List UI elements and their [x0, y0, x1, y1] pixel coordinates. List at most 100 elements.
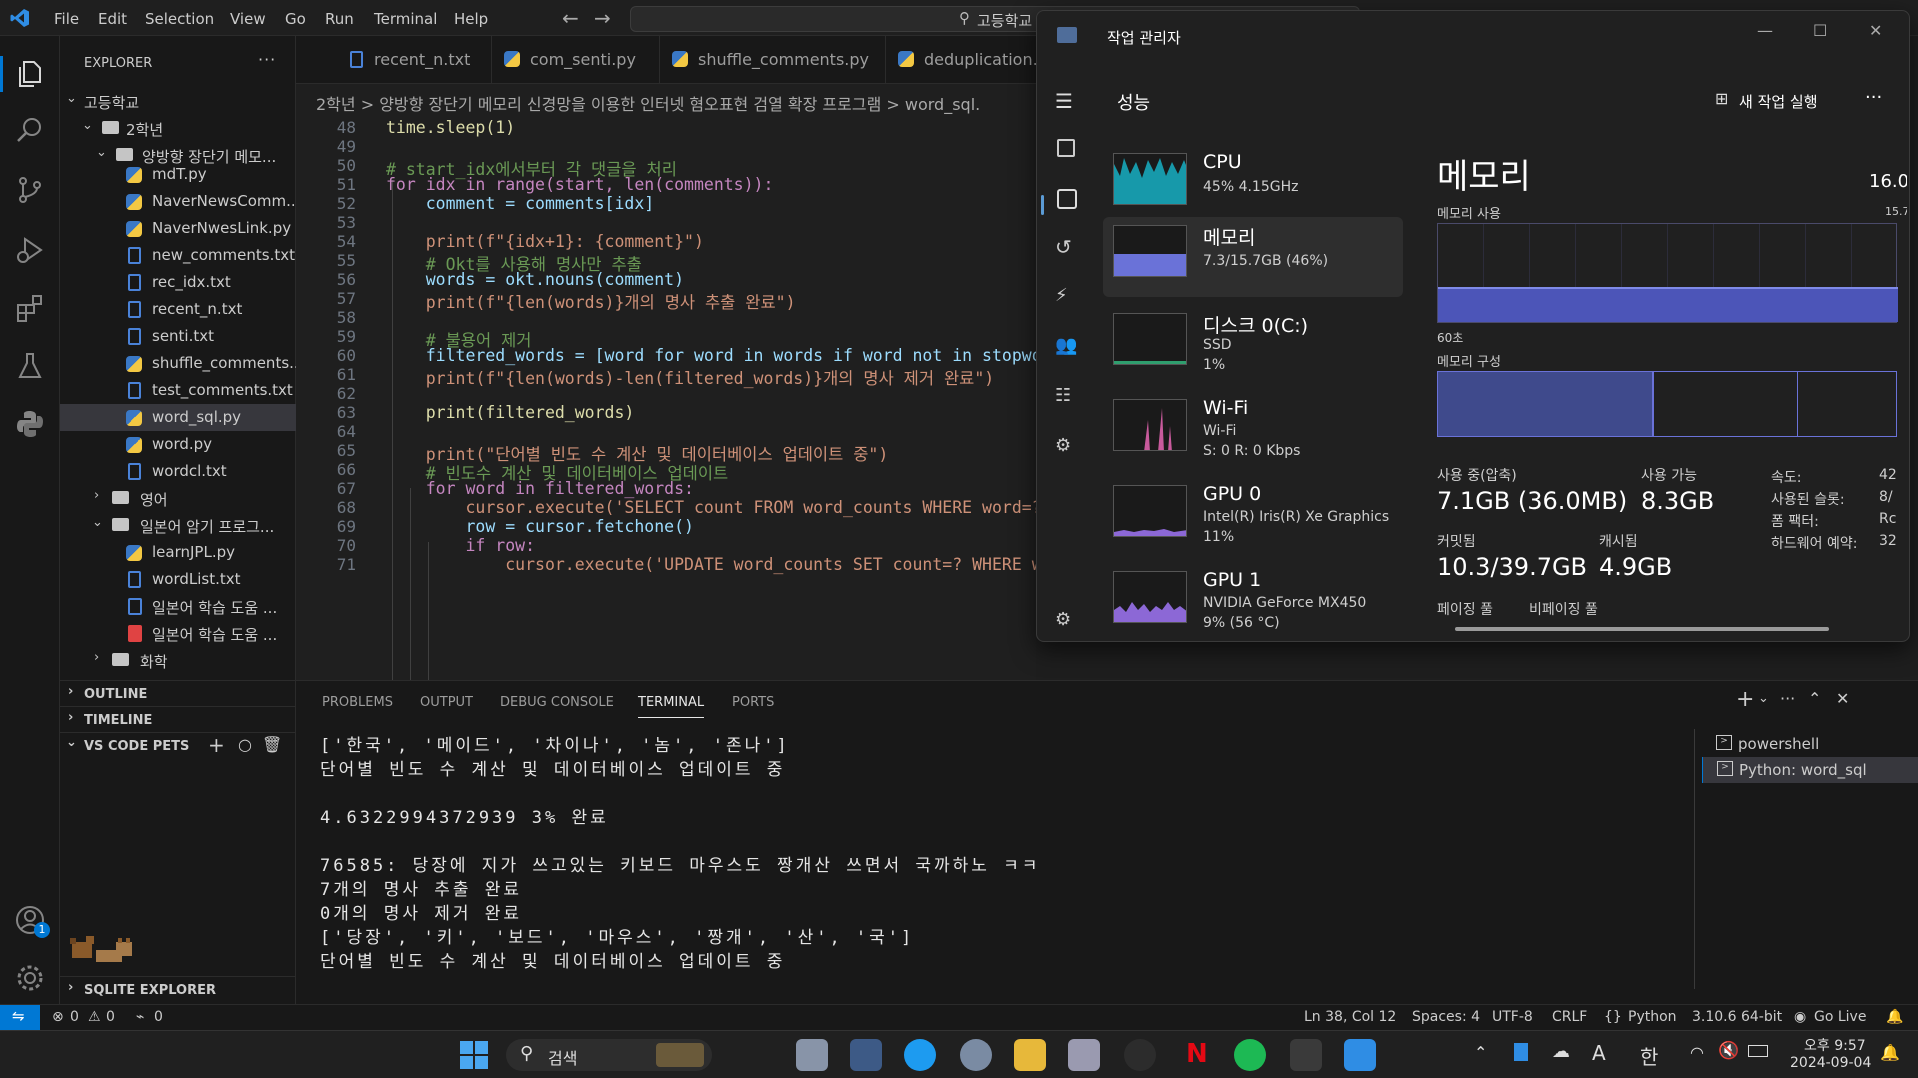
taskmgr-more-icon[interactable]: ···: [1865, 87, 1882, 108]
tree-file[interactable]: recent_n.txt: [60, 296, 296, 323]
tab-recent-n[interactable]: recent_n.txt: [296, 36, 492, 84]
extensions-icon[interactable]: [14, 292, 46, 324]
ball-icon[interactable]: ○: [238, 735, 252, 754]
tree-file[interactable]: rec_idx.txt: [60, 269, 296, 296]
ime-mode-a[interactable]: A: [1592, 1041, 1606, 1065]
windows-start-icon[interactable]: [458, 1039, 490, 1071]
processes-icon[interactable]: [1057, 139, 1075, 157]
testing-flask-icon[interactable]: [14, 350, 46, 382]
close-window-icon[interactable]: ✕: [1869, 21, 1882, 40]
taskbar-search[interactable]: ⚲ 검색: [506, 1039, 712, 1071]
minimize-icon[interactable]: —: [1757, 21, 1773, 40]
tray-chevron-icon[interactable]: ⌃: [1474, 1043, 1487, 1062]
accounts-icon[interactable]: 1: [14, 904, 50, 938]
tree-file[interactable]: mdT.py: [60, 161, 296, 188]
file-explorer-icon[interactable]: [1014, 1039, 1046, 1071]
hamburger-menu-icon[interactable]: ☰: [1055, 89, 1073, 113]
tree-folder[interactable]: › 영어: [60, 485, 296, 512]
ports-count[interactable]: 0: [154, 1009, 163, 1025]
menu-edit[interactable]: Edit: [98, 10, 127, 28]
source-control-icon[interactable]: [14, 174, 46, 206]
more-actions-icon[interactable]: ···: [258, 50, 276, 69]
explorer-icon[interactable]: [14, 58, 46, 90]
indentation[interactable]: Spaces: 4: [1412, 1009, 1480, 1025]
go-live-button[interactable]: Go Live: [1814, 1009, 1866, 1025]
tree-file[interactable]: new_comments.txt: [60, 242, 296, 269]
terminal-output[interactable]: ['한국', '메이드', '차이나', '놈', '존나'] 단어별 빈도 수…: [296, 725, 1692, 1005]
twitter-bird-icon[interactable]: [904, 1039, 936, 1071]
github-icon[interactable]: [1124, 1039, 1156, 1071]
cursor-position[interactable]: Ln 38, Col 12: [1304, 1009, 1396, 1025]
encoding[interactable]: UTF-8: [1492, 1009, 1533, 1025]
errors-count[interactable]: 0: [70, 1009, 79, 1025]
tree-file[interactable]: test_comments.txt: [60, 377, 296, 404]
close-panel-icon[interactable]: ✕: [1836, 689, 1849, 708]
new-task-icon[interactable]: ⊞: [1715, 89, 1728, 108]
perf-item-gpu1[interactable]: GPU 1 NVIDIA GeForce MX450 9% (56 °C): [1103, 563, 1403, 641]
horizontal-scrollbar[interactable]: [1455, 627, 1829, 631]
back-arrow-icon[interactable]: ←: [562, 6, 579, 30]
tree-folder[interactable]: ⌄ 일본어 암기 프로그...: [60, 512, 296, 539]
tree-file[interactable]: wordList.txt: [60, 566, 296, 593]
errors-icon[interactable]: ⊗: [52, 1009, 64, 1025]
task-view-icon[interactable]: [796, 1039, 828, 1071]
code-editor[interactable]: 48 49 50 51 52 53 54 55 56 57 58 59 60 6…: [296, 118, 1036, 680]
remote-indicator[interactable]: ⇋: [0, 1005, 40, 1031]
ports-icon[interactable]: ⌁: [136, 1009, 144, 1025]
menu-terminal[interactable]: Terminal: [374, 10, 437, 28]
line-endings[interactable]: CRLF: [1552, 1009, 1587, 1025]
vscode-pets-section[interactable]: ⌄ VS CODE PETS + ○ 🗑: [60, 732, 296, 758]
tree-file[interactable]: 일본어 학습 도움 ...: [60, 620, 296, 647]
perf-item-memory[interactable]: 메모리 7.3/15.7GB (46%): [1103, 217, 1403, 297]
snipping-tool-icon[interactable]: [1068, 1039, 1100, 1071]
tree-file[interactable]: NaverNwesLink.py: [60, 215, 296, 242]
ime-mode-korean[interactable]: 한: [1640, 1041, 1658, 1070]
tree-file[interactable]: NaverNewsComm...: [60, 188, 296, 215]
panel-tab-debug-console[interactable]: DEBUG CONSOLE: [500, 695, 614, 710]
terminal-item-python[interactable]: > Python: word_sql: [1702, 757, 1918, 783]
new-terminal-icon[interactable]: +: [1736, 687, 1754, 712]
panel-tab-ports[interactable]: PORTS: [732, 695, 774, 710]
tree-file[interactable]: learnJPL.py: [60, 539, 296, 566]
tab-shuffle-comments[interactable]: shuffle_comments.py: [660, 36, 886, 84]
tree-file[interactable]: wordcl.txt: [60, 458, 296, 485]
settings-gear-icon[interactable]: [14, 962, 46, 994]
netflix-icon[interactable]: N: [1178, 1039, 1210, 1071]
notifications-icon[interactable]: 🔔: [1886, 1009, 1903, 1025]
panel-tab-problems[interactable]: PROBLEMS: [322, 695, 393, 710]
timeline-section[interactable]: › TIMELINE: [60, 706, 296, 732]
perf-item-wifi[interactable]: Wi-Fi Wi-Fi S: 0 R: 0 Kbps: [1103, 391, 1403, 471]
menu-file[interactable]: File: [54, 10, 79, 28]
maximize-icon[interactable]: ☐: [1813, 21, 1827, 40]
terminal-item-powershell[interactable]: > powershell: [1702, 731, 1918, 757]
menu-selection[interactable]: Selection: [145, 10, 214, 28]
green-app-icon[interactable]: [1234, 1039, 1266, 1071]
terminal-dropdown-icon[interactable]: ⌄: [1758, 691, 1769, 706]
outline-section[interactable]: › OUTLINE: [60, 680, 296, 706]
tab-deduplication[interactable]: deduplication.p: [886, 36, 1048, 84]
tray-app-icon[interactable]: [1514, 1043, 1528, 1061]
details-icon[interactable]: ☷: [1055, 385, 1071, 406]
taskmgr-settings-icon[interactable]: ⚙: [1055, 609, 1071, 630]
python-interpreter[interactable]: 3.10.6 64-bit: [1692, 1009, 1782, 1025]
perf-item-cpu[interactable]: CPU 45% 4.15GHz: [1103, 145, 1403, 225]
tree-folder[interactable]: › 화학: [60, 647, 296, 674]
terminal-app-icon[interactable]: [1290, 1039, 1322, 1071]
services-icon[interactable]: ⚙: [1055, 435, 1071, 456]
tree-file[interactable]: shuffle_comments...: [60, 350, 296, 377]
menu-view[interactable]: View: [230, 10, 266, 28]
tree-file[interactable]: 일본어 학습 도움 ...: [60, 593, 296, 620]
cloud-icon[interactable]: ☁: [1552, 1041, 1570, 1062]
volume-muted-icon[interactable]: 🔇: [1718, 1041, 1739, 1061]
vscode-taskbar-icon[interactable]: [1344, 1039, 1376, 1071]
clock-time[interactable]: 오후 9:57: [1804, 1035, 1866, 1055]
tree-folder[interactable]: ⌄ 고등학교: [60, 88, 296, 115]
startup-apps-icon[interactable]: ⚡: [1055, 285, 1068, 306]
menu-help[interactable]: Help: [454, 10, 488, 28]
task-manager-taskbar-icon[interactable]: [850, 1039, 882, 1071]
language-mode[interactable]: Python: [1628, 1009, 1677, 1025]
trash-icon[interactable]: 🗑: [262, 735, 282, 754]
tree-folder[interactable]: ⌄ 2학년: [60, 115, 296, 142]
run-debug-icon[interactable]: [14, 234, 46, 266]
settings-app-icon[interactable]: [960, 1039, 992, 1071]
